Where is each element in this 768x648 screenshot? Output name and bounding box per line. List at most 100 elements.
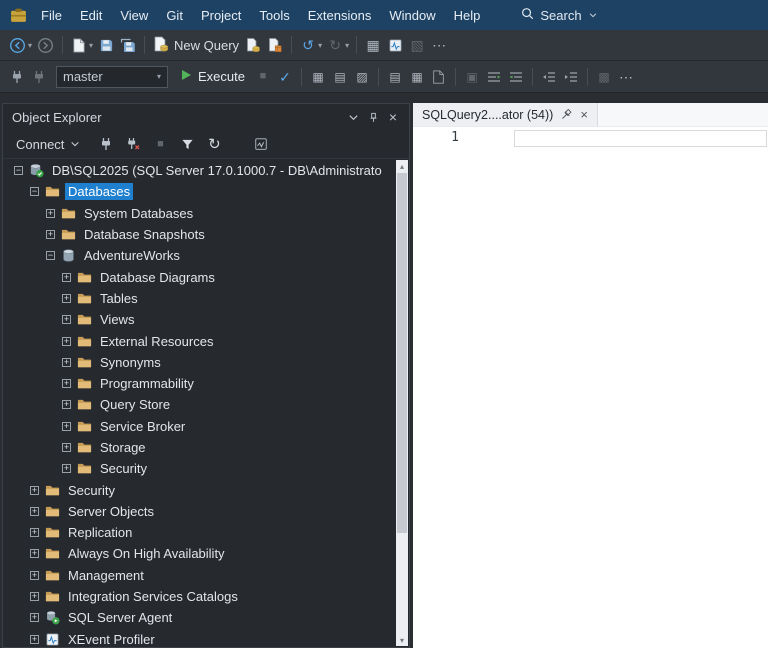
tree-item-sql-server-agent[interactable]: SQL Server Agent bbox=[65, 609, 175, 626]
tree-expand-icon[interactable]: + bbox=[30, 613, 39, 623]
menu-item-git[interactable]: Git bbox=[157, 3, 192, 28]
tree-item-storage[interactable]: Storage bbox=[97, 439, 149, 456]
menu-item-help[interactable]: Help bbox=[445, 3, 490, 28]
tree-item-security[interactable]: Security bbox=[97, 460, 150, 477]
tree-expand-icon[interactable]: + bbox=[30, 549, 39, 559]
tree-expand-icon[interactable]: + bbox=[30, 485, 39, 495]
close-panel-icon[interactable]: × bbox=[383, 107, 403, 127]
execute-button[interactable]: Execute bbox=[174, 65, 252, 89]
tree-item-databases[interactable]: Databases bbox=[65, 183, 134, 201]
refresh-icon[interactable]: ↻ bbox=[202, 133, 226, 155]
search-box[interactable]: Search bbox=[515, 4, 603, 26]
tree-expand-icon[interactable]: + bbox=[62, 272, 71, 282]
tree-item-replication[interactable]: Replication bbox=[65, 524, 135, 541]
uncomment-selection-button[interactable] bbox=[505, 65, 527, 89]
menu-item-window[interactable]: Window bbox=[380, 3, 444, 28]
save-all-button[interactable] bbox=[117, 33, 139, 57]
object-explorer-scrollbar[interactable]: ▴ ▾ bbox=[396, 160, 408, 646]
tree-item-system-databases[interactable]: System Databases bbox=[81, 205, 196, 222]
query-tab[interactable]: SQLQuery2....ator (54)) × bbox=[413, 103, 598, 126]
tree-expand-icon[interactable]: + bbox=[30, 570, 39, 580]
filter-icon[interactable] bbox=[175, 133, 199, 155]
tree-item-management[interactable]: Management bbox=[65, 567, 147, 584]
tree-item-tables[interactable]: Tables bbox=[97, 290, 141, 307]
tree-item-always-on-high-availability[interactable]: Always On High Availability bbox=[65, 545, 228, 562]
tree-expand-icon[interactable]: + bbox=[30, 506, 39, 516]
redo-dropdown-icon[interactable]: ▾ bbox=[345, 41, 349, 50]
tree-collapse-icon[interactable]: − bbox=[14, 166, 23, 176]
tree-collapse-icon[interactable]: − bbox=[46, 251, 55, 261]
new-file-dropdown-icon[interactable]: ▾ bbox=[89, 41, 93, 50]
scrollbar-up-icon[interactable]: ▴ bbox=[396, 160, 408, 172]
connect-dropdown[interactable]: Connect bbox=[11, 135, 85, 154]
tree-collapse-icon[interactable]: − bbox=[30, 187, 39, 197]
tree-item-database-snapshots[interactable]: Database Snapshots bbox=[81, 226, 208, 243]
results-to-text-button[interactable]: ▤ bbox=[384, 65, 406, 89]
tree-expand-icon[interactable]: + bbox=[62, 464, 71, 474]
connect-object-explorer-icon[interactable] bbox=[94, 133, 118, 155]
query-options-button[interactable]: ▩ bbox=[593, 65, 615, 89]
increase-indent-button[interactable] bbox=[560, 65, 582, 89]
new-file-button[interactable] bbox=[68, 33, 90, 57]
parse-query-button[interactable]: ✓ bbox=[274, 65, 296, 89]
menu-item-tools[interactable]: Tools bbox=[250, 3, 298, 28]
actual-execution-plan-button[interactable]: ▤ bbox=[329, 65, 351, 89]
redo-button[interactable]: ↻ bbox=[324, 33, 346, 57]
navigate-forward-button[interactable] bbox=[34, 33, 57, 57]
tree-item-database-diagrams[interactable]: Database Diagrams bbox=[97, 269, 218, 286]
menu-item-view[interactable]: View bbox=[111, 3, 157, 28]
menu-item-file[interactable]: File bbox=[32, 3, 71, 28]
save-button[interactable] bbox=[95, 33, 117, 57]
undo-dropdown-icon[interactable]: ▾ bbox=[318, 41, 322, 50]
toolbar-overflow-button[interactable]: ⋯ bbox=[428, 33, 450, 57]
new-query-button[interactable]: New Query bbox=[150, 33, 242, 57]
tree-expand-icon[interactable]: + bbox=[62, 293, 71, 303]
disconnect-icon[interactable] bbox=[121, 133, 145, 155]
search-scope-chevron-icon[interactable] bbox=[588, 8, 598, 23]
results-to-file-button[interactable] bbox=[428, 65, 450, 89]
scrollbar-thumb[interactable] bbox=[397, 173, 407, 533]
tree-item-query-store[interactable]: Query Store bbox=[97, 396, 173, 413]
tree-expand-icon[interactable]: + bbox=[62, 421, 71, 431]
tree-item-integration-services-catalogs[interactable]: Integration Services Catalogs bbox=[65, 588, 241, 605]
navigate-back-dropdown-icon[interactable]: ▾ bbox=[28, 41, 32, 50]
editor-surface[interactable]: 1 bbox=[413, 127, 768, 648]
sqlcmd-mode-button[interactable]: ▣ bbox=[461, 65, 483, 89]
tree-item-db-sql2025-sql-server-17-0-1000-7-db-adm[interactable]: DB\SQL2025 (SQL Server 17.0.1000.7 - DB\… bbox=[49, 162, 385, 179]
tree-item-adventureworks[interactable]: AdventureWorks bbox=[81, 247, 183, 264]
decrease-indent-button[interactable] bbox=[538, 65, 560, 89]
tree-expand-icon[interactable]: + bbox=[62, 443, 71, 452]
tree-expand-icon[interactable]: + bbox=[30, 592, 39, 602]
tree-item-xevent-profiler[interactable]: XEvent Profiler bbox=[65, 631, 158, 646]
tree-expand-icon[interactable]: + bbox=[62, 357, 71, 367]
window-position-chevron-icon[interactable] bbox=[343, 107, 363, 127]
menu-item-project[interactable]: Project bbox=[192, 3, 250, 28]
menu-item-edit[interactable]: Edit bbox=[71, 3, 111, 28]
tree-expand-icon[interactable]: + bbox=[62, 400, 71, 410]
table-designer-button[interactable]: ▦ bbox=[362, 33, 384, 57]
tree-item-service-broker[interactable]: Service Broker bbox=[97, 418, 188, 435]
change-connection-button[interactable] bbox=[28, 65, 50, 89]
tree-item-security[interactable]: Security bbox=[65, 482, 118, 499]
available-databases-dropdown[interactable]: master ▾ bbox=[56, 65, 168, 88]
tree-expand-icon[interactable]: + bbox=[46, 230, 55, 240]
tree-expand-icon[interactable]: + bbox=[46, 208, 55, 218]
tree-expand-icon[interactable]: + bbox=[30, 528, 39, 538]
tree-expand-icon[interactable]: + bbox=[62, 379, 71, 389]
navigate-back-button[interactable] bbox=[6, 33, 29, 57]
tree-item-views[interactable]: Views bbox=[97, 311, 137, 328]
stop-icon[interactable]: ■ bbox=[148, 133, 172, 155]
tree-item-external-resources[interactable]: External Resources bbox=[97, 333, 216, 350]
tab-close-icon[interactable]: × bbox=[580, 107, 588, 122]
tree-expand-icon[interactable]: + bbox=[30, 634, 39, 644]
undo-button[interactable]: ↺ bbox=[297, 33, 319, 57]
tree-item-synonyms[interactable]: Synonyms bbox=[97, 354, 164, 371]
connect-query-button[interactable] bbox=[6, 65, 28, 89]
cancel-query-button[interactable]: ■ bbox=[252, 65, 274, 89]
tab-pin-icon[interactable] bbox=[561, 109, 572, 120]
activity-monitor-icon[interactable] bbox=[249, 133, 273, 155]
menu-item-extensions[interactable]: Extensions bbox=[299, 3, 381, 28]
scrollbar-down-icon[interactable]: ▾ bbox=[396, 634, 408, 646]
activity-monitor-button[interactable] bbox=[384, 33, 406, 57]
tree-item-programmability[interactable]: Programmability bbox=[97, 375, 197, 392]
